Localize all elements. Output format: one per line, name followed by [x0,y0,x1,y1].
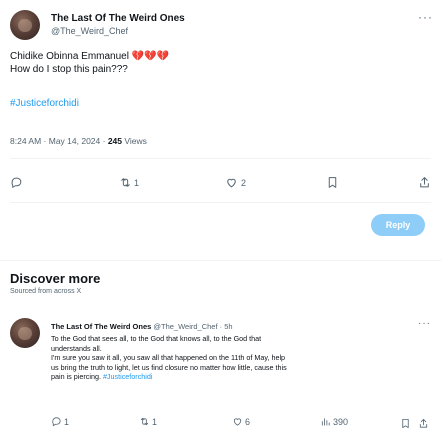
retweet-icon [121,178,130,187]
discover-title: Discover more [10,271,101,286]
share-icon [420,177,429,188]
tweet-time[interactable]: · 5h [220,322,233,331]
related-tweet-text: To the God that sees all, to the God tha… [51,334,431,382]
like-button[interactable]: 6 [232,416,250,427]
discover-subtitle: Sourced from across X [10,288,82,295]
retweet-icon [140,417,149,426]
reply-button[interactable]: Reply [371,214,425,236]
retweet-count: 1 [152,416,158,427]
related-tweet-header: The Last Of The Weird Ones @The_Weird_Ch… [51,322,233,331]
bookmark-icon [402,418,409,429]
broken-heart-emoji: 💔💔💔 [131,51,170,62]
reply-count: 1 [64,416,70,427]
tweet-text-line1: Chidike Obinna Emmanuel 💔💔💔 [10,51,170,62]
author-name[interactable]: The Last Of The Weird Ones [51,322,151,331]
views-count: 390 [333,416,349,427]
reply-icon [11,177,22,188]
like-count: 2 [241,177,247,188]
like-icon [233,418,242,426]
hashtag-link[interactable]: #Justiceforchidi [103,372,153,381]
like-icon [227,178,236,188]
tweet-text-line: pain is piercing. #Justiceforchidi [51,372,153,382]
tweet-text-line2: How do I stop this pain??? [10,64,128,75]
tweet-text-line: To the God that sees all, to the God tha… [51,334,262,343]
tweet-text-line: I'm sure you saw it all, you saw all tha… [51,353,286,363]
tweet-text-line: us bring the truth to light, let us find… [51,362,287,372]
hashtag-link[interactable]: #Justiceforchidi [10,98,79,109]
tweet-timestamp: 8:24 AM · May 14, 2024 · 245 Views [10,136,147,146]
views-icon [321,418,330,426]
share-button[interactable] [418,176,431,194]
divider [10,158,431,159]
divider [0,260,441,261]
views-count: 245 [107,136,122,146]
views-button[interactable]: 390 [320,416,348,427]
tweet-text: Chidike Obinna Emmanuel 💔💔💔 How do I sto… [10,50,169,76]
more-icon[interactable]: ··· [418,318,431,329]
reply-button-action[interactable]: 1 [51,416,69,427]
share-button[interactable] [418,416,429,434]
bookmark-icon [328,177,337,188]
more-icon[interactable]: ··· [418,10,433,24]
like-count: 6 [245,416,251,427]
avatar[interactable] [10,318,40,348]
author-handle[interactable]: @The_Weird_Chef [153,322,217,331]
reply-icon [52,417,61,427]
author-handle[interactable]: @The_Weird_Chef [51,26,128,36]
divider [10,202,431,203]
retweet-button[interactable]: 1 [139,416,157,427]
bookmark-button[interactable] [326,176,339,194]
retweet-count: 1 [134,177,140,188]
author-name[interactable]: The Last Of The Weird Ones [51,13,185,24]
tweet-text-line: understands all. [51,343,102,353]
avatar[interactable] [10,10,40,40]
reply-button-action[interactable] [10,176,23,194]
views-label: Views [122,136,147,146]
timestamp-text[interactable]: 8:24 AM · May 14, 2024 · [10,136,108,146]
like-button[interactable]: 2 [225,176,246,189]
retweet-button[interactable]: 1 [119,176,139,189]
share-icon [419,418,428,428]
bookmark-button[interactable] [400,416,411,434]
